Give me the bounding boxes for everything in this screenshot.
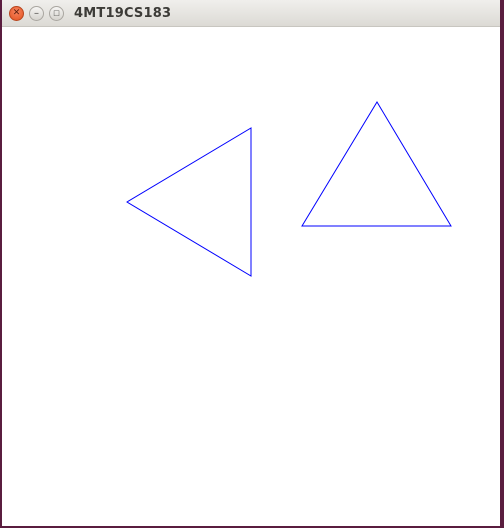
window-title: 4MT19CS183 (74, 6, 172, 21)
minimize-icon[interactable]: – (29, 6, 44, 21)
maximize-icon[interactable]: □ (49, 6, 64, 21)
application-window: ✕ – □ 4MT19CS183 (2, 0, 500, 526)
window-titlebar[interactable]: ✕ – □ 4MT19CS183 (2, 0, 500, 27)
triangle-right (301, 101, 452, 227)
close-icon[interactable]: ✕ (9, 6, 24, 21)
close-glyph: ✕ (12, 8, 21, 18)
drawing-svg (126, 101, 452, 277)
triangle-left (126, 127, 252, 277)
drawing-canvas (2, 27, 500, 526)
maximize-glyph: □ (53, 9, 60, 17)
minimize-glyph: – (34, 7, 39, 19)
